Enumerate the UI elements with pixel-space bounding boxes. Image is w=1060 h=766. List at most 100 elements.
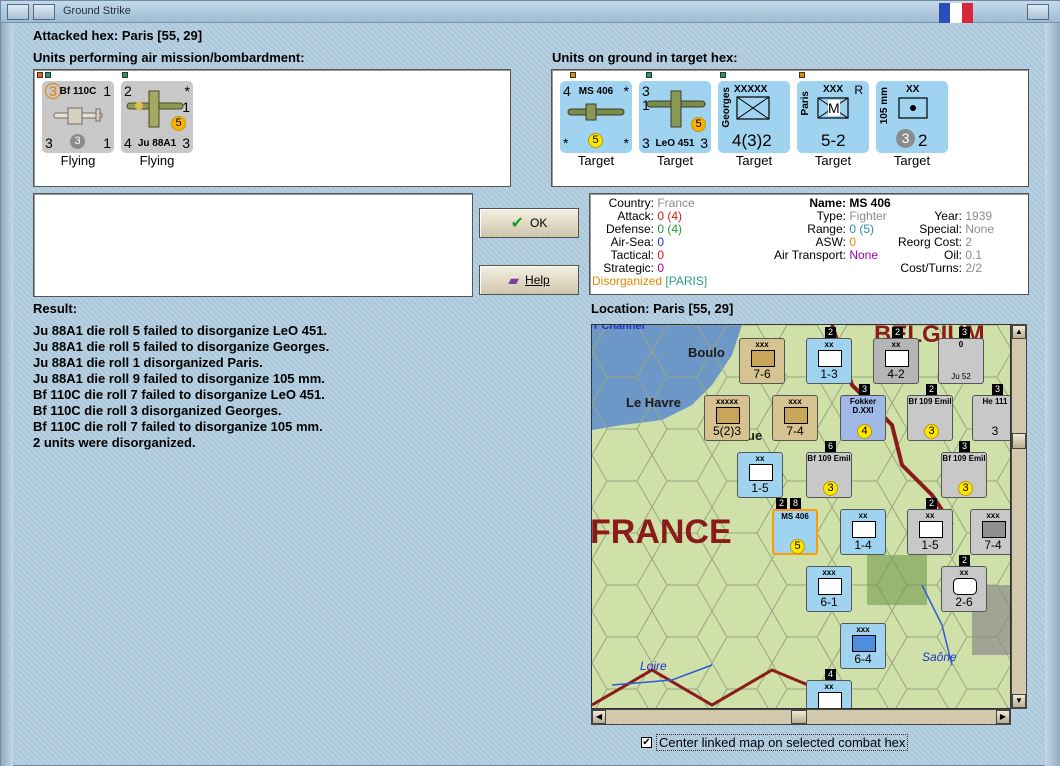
map-counter[interactable]: xxx 7-4 [772, 395, 818, 441]
ok-button-label: OK [530, 216, 548, 230]
center-map-checkbox-row[interactable]: ✔ Center linked map on selected combat h… [641, 734, 909, 751]
tactical-value: 0 [657, 248, 665, 262]
map-counter[interactable]: xxx 6-4 [840, 623, 886, 669]
result-line: Ju 88A1 die roll 5 failed to disorganize… [33, 339, 330, 354]
stack-count: 3 [959, 441, 970, 452]
unit-center: 5 [171, 116, 186, 131]
map-counter[interactable]: He 111 3 [972, 395, 1010, 441]
close-button[interactable] [1027, 4, 1049, 20]
air-unit-bf110c[interactable]: 3 Bf 110C 1 3 3 1 [42, 81, 114, 153]
counter-value: 1-5 [921, 538, 939, 552]
ground-unit-ms406[interactable]: 4 MS 406 * * 5 * [560, 81, 632, 153]
map-label-channel: r Channel [594, 324, 645, 332]
map-counter[interactable]: xx 2-6 [941, 566, 987, 612]
counter-name: He 111 [982, 397, 1008, 406]
scroll-left-arrow-icon[interactable]: ◀ [592, 710, 606, 724]
map-label-le-havre: Le Havre [626, 395, 681, 410]
map-counter[interactable]: Bf 109 Emil 3 [806, 452, 852, 498]
aircraft-icon [567, 103, 625, 121]
counter-value: 7-4 [786, 424, 804, 438]
counter-size: xx [891, 340, 901, 349]
stack-count: 4 [825, 669, 836, 680]
ground-units-label: Units on ground in target hex: [552, 50, 738, 65]
unit-br: 3 [700, 135, 708, 151]
scroll-thumb-horizontal[interactable] [791, 710, 807, 724]
unit-br: 1 [103, 135, 111, 151]
map-counter[interactable]: xxx 7-6 [739, 338, 785, 384]
map-counter[interactable]: Bf 109 Emil 3 [941, 452, 987, 498]
counter-size: xx [858, 511, 868, 520]
info-col-3: Year: 1939 Special: None Reorg Cost: 2 O… [874, 210, 994, 275]
map-counter[interactable]: xx 1-4 [840, 509, 886, 555]
scroll-up-arrow-icon[interactable]: ▲ [1012, 325, 1026, 339]
air-units-panel: 3 Bf 110C 1 3 3 1 Flying 2 * 1 5 4 Ju 88… [33, 69, 511, 187]
stack-count: 2 [926, 498, 937, 509]
ground-unit-georges[interactable]: Georges XXXXX 4(3)2 [718, 81, 790, 153]
disorganized-status: Disorganized [592, 274, 663, 288]
airtransport-key: Air Transport: [773, 248, 846, 262]
ground-unit-105mm[interactable]: 105 mm XX 3 2 [876, 81, 948, 153]
counter-size: xx [755, 454, 765, 463]
counter-value: 3 [823, 481, 838, 496]
unit-name: MS 406 [578, 86, 614, 97]
unit-indicator [720, 72, 726, 78]
scroll-down-arrow-icon[interactable]: ▼ [1012, 694, 1026, 708]
unit-name: 105 mm [879, 87, 890, 125]
ground-unit-paris[interactable]: Paris XXX R M 5-2 [797, 81, 869, 153]
attack-value: 0 [657, 209, 665, 223]
map-counter[interactable]: 0 Ju 52 [938, 338, 984, 384]
ok-button[interactable]: ✔ OK [479, 208, 579, 238]
counter-value: 0 [958, 340, 964, 349]
counter-size: xxx [822, 568, 836, 577]
infantry-symbol-icon [736, 96, 770, 120]
map-counter[interactable]: xxxxx 5(2)3 [704, 395, 750, 441]
special-value: None [965, 222, 995, 236]
help-button[interactable]: ▰ Help [479, 265, 579, 295]
window-menu-button[interactable] [7, 4, 29, 20]
window-title: Ground Strike [63, 5, 131, 17]
stack-count: 2 [776, 498, 787, 509]
right-border [1045, 23, 1060, 766]
unit-size: XX [906, 84, 920, 95]
counter-size: xx [959, 568, 969, 577]
map-counter[interactable]: xx 4-2 [873, 338, 919, 384]
air-unit-ju88a1[interactable]: 2 * 1 5 4 Ju 88A1 3 [121, 81, 193, 153]
result-line: Bf 110C die roll 7 failed to disorganize… [33, 419, 323, 434]
unit-status: Target [577, 153, 615, 168]
map-counter[interactable]: Fokker D.XXI 4 [840, 395, 886, 441]
counter-size: xxx [788, 397, 802, 406]
scroll-right-arrow-icon[interactable]: ▶ [996, 710, 1010, 724]
map-counter[interactable]: xx 1-3 [806, 338, 852, 384]
unit-star: * [563, 135, 569, 151]
counter-size: xxx [755, 340, 769, 349]
map-vertical-scrollbar[interactable]: ▲ ▼ [1011, 324, 1027, 709]
counter-name: Bf 109 Emil [908, 397, 952, 406]
linked-map[interactable]: r Channel Boulo Le Havre ue FRANCE BELGI… [591, 324, 1011, 709]
unit-star: * [623, 135, 629, 151]
map-counter[interactable]: xxx 7-4 [970, 509, 1010, 555]
map-counter-selected[interactable]: MS 406 5 [772, 509, 818, 555]
year-value: 1939 [965, 209, 993, 223]
counter-size: xxxxx [715, 397, 739, 406]
result-line: 2 units were disorganized. [33, 435, 196, 450]
scroll-thumb-vertical[interactable] [1012, 433, 1026, 449]
ground-unit-leo451[interactable]: 3 1 5 3 LeO 451 3 [639, 81, 711, 153]
map-horizontal-scrollbar[interactable]: ◀ ▶ [591, 709, 1011, 725]
title-bar: Ground Strike [1, 1, 1060, 23]
unit-indicator [646, 72, 652, 78]
map-counter[interactable]: xx [806, 680, 852, 708]
minimize-button[interactable] [33, 4, 55, 20]
map-counter[interactable]: xx 1-5 [907, 509, 953, 555]
result-line: Ju 88A1 die roll 9 failed to disorganize… [33, 371, 325, 386]
map-counter[interactable]: xxx 6-1 [806, 566, 852, 612]
counter-value: 5(2)3 [712, 424, 741, 438]
counter-value: 5 [790, 539, 805, 554]
attacked-hex-label: Attacked hex: Paris [55, 29] [33, 28, 203, 43]
map-counter[interactable]: xx 1-5 [737, 452, 783, 498]
counter-name: Bf 109 Emil [942, 454, 986, 463]
center-map-checkbox[interactable]: ✔ [641, 737, 652, 748]
unit-center: 5 [691, 117, 706, 132]
counter-name: Fokker D.XXI [849, 397, 877, 415]
map-label-saone: Saône [922, 650, 957, 664]
map-counter[interactable]: Bf 109 Emil 3 [907, 395, 953, 441]
